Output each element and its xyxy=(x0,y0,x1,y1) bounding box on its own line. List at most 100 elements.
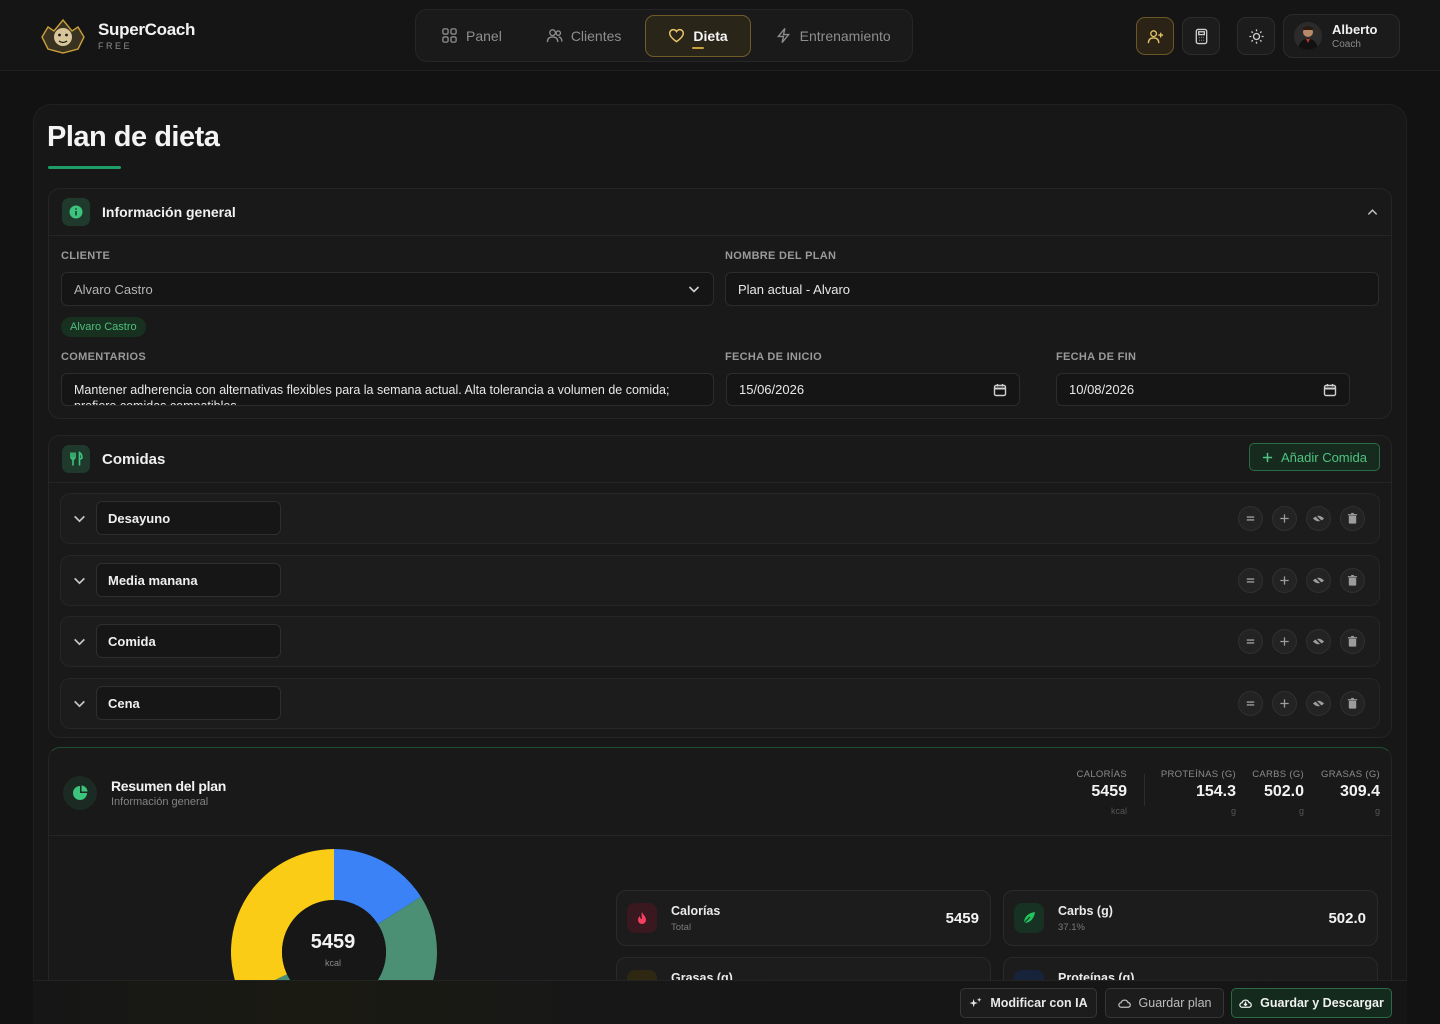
brand-name: SuperCoach xyxy=(98,19,196,39)
stat-separator xyxy=(1144,774,1145,806)
hide-meal-button[interactable] xyxy=(1306,629,1331,654)
chevron-down-icon[interactable] xyxy=(72,511,87,526)
modify-with-ai-label: Modificar con IA xyxy=(990,996,1088,1010)
save-plan-label: Guardar plan xyxy=(1138,996,1212,1010)
add-food-button[interactable] xyxy=(1272,691,1297,716)
trash-icon xyxy=(1347,574,1358,586)
bolt-icon xyxy=(776,27,790,44)
donut-center-unit: kcal xyxy=(324,958,341,968)
add-food-button[interactable] xyxy=(1272,506,1297,531)
plan-name-label: NOMBRE DEL PLAN xyxy=(725,250,837,262)
chevron-down-icon xyxy=(688,286,700,293)
delete-meal-button[interactable] xyxy=(1340,568,1365,593)
delete-meal-button[interactable] xyxy=(1340,629,1365,654)
selected-client-chip[interactable]: Alvaro Castro xyxy=(61,317,146,337)
delete-meal-button[interactable] xyxy=(1340,506,1365,531)
stat-label: CARBS (G) xyxy=(1252,769,1304,780)
macro-value: 502.0 xyxy=(1328,910,1366,927)
stat-protein: PROTEÍNAS (G) 154.3 g xyxy=(1161,769,1236,816)
chevron-up-icon[interactable] xyxy=(1366,206,1379,219)
lion-crest-icon xyxy=(41,18,85,54)
meal-row[interactable]: Desayuno xyxy=(60,493,1380,544)
tab-dieta[interactable]: Dieta xyxy=(645,14,751,57)
modify-with-ai-button[interactable]: Modificar con IA xyxy=(960,988,1097,1018)
meal-row[interactable]: Comida xyxy=(60,616,1380,667)
add-food-button[interactable] xyxy=(1272,629,1297,654)
add-user-icon xyxy=(1147,29,1163,43)
reorder-button[interactable] xyxy=(1238,506,1263,531)
reorder-button[interactable] xyxy=(1238,629,1263,654)
add-food-button[interactable] xyxy=(1272,568,1297,593)
tab-panel[interactable]: Panel xyxy=(421,15,522,57)
flame-icon xyxy=(627,903,657,933)
stat-unit: g xyxy=(1374,806,1380,816)
bottom-action-bar: Modificar con IA Guardar plan Guardar y … xyxy=(33,980,1407,1024)
start-date-label: FECHA DE INICIO xyxy=(725,351,822,363)
plus-icon xyxy=(1280,637,1289,646)
general-info-header[interactable]: Información general xyxy=(49,189,1391,236)
add-meal-button[interactable]: Añadir Comida xyxy=(1249,443,1380,471)
meal-actions xyxy=(1238,629,1365,654)
plan-name-input[interactable]: Plan actual - Alvaro xyxy=(725,272,1379,306)
end-date-input[interactable]: 10/08/2026 xyxy=(1056,373,1350,406)
end-date-label: FECHA DE FIN xyxy=(1056,351,1137,363)
chevron-down-icon[interactable] xyxy=(72,696,87,711)
meal-name-input[interactable]: Comida xyxy=(96,624,281,658)
avatar xyxy=(1294,22,1322,50)
meal-actions xyxy=(1238,568,1365,593)
hide-meal-button[interactable] xyxy=(1306,506,1331,531)
save-and-download-label: Guardar y Descargar xyxy=(1260,996,1384,1010)
hide-meal-button[interactable] xyxy=(1306,568,1331,593)
hide-meal-button[interactable] xyxy=(1306,691,1331,716)
stat-unit: g xyxy=(1298,806,1304,816)
meal-actions xyxy=(1238,691,1365,716)
meal-row[interactable]: Media manana xyxy=(60,555,1380,606)
user-role: Coach xyxy=(1332,39,1361,50)
drag-handle-icon xyxy=(1246,516,1255,521)
stat-fats: GRASAS (G) 309.4 g xyxy=(1321,769,1380,816)
drag-handle-icon xyxy=(1246,701,1255,706)
reorder-button[interactable] xyxy=(1238,568,1263,593)
eye-off-icon xyxy=(1312,636,1325,647)
add-meal-label: Añadir Comida xyxy=(1281,449,1367,465)
drag-handle-icon xyxy=(1246,639,1255,644)
stat-unit: kcal xyxy=(1110,806,1127,816)
add-client-button[interactable] xyxy=(1136,17,1174,55)
eye-off-icon xyxy=(1312,698,1325,709)
calendar-icon[interactable] xyxy=(993,383,1007,397)
save-plan-button[interactable]: Guardar plan xyxy=(1105,988,1224,1018)
chevron-down-icon[interactable] xyxy=(72,634,87,649)
leaf-icon xyxy=(1014,903,1044,933)
calculator-icon xyxy=(1195,28,1207,44)
meals-title: Comidas xyxy=(102,450,166,468)
trash-icon xyxy=(1347,512,1358,524)
start-date-input[interactable]: 15/06/2026 xyxy=(726,373,1020,406)
summary-subtitle: Información general xyxy=(111,796,209,808)
meal-row[interactable]: Cena xyxy=(60,678,1380,729)
calculator-button[interactable] xyxy=(1182,17,1220,55)
reorder-button[interactable] xyxy=(1238,691,1263,716)
chevron-down-icon[interactable] xyxy=(72,573,87,588)
tab-clientes[interactable]: Clientes xyxy=(526,15,642,57)
user-menu[interactable]: Alberto Coach xyxy=(1283,14,1400,58)
brand-tier: FREE xyxy=(98,40,133,51)
tab-clientes-label: Clientes xyxy=(570,27,622,44)
meal-name-input[interactable]: Media manana xyxy=(96,563,281,597)
theme-toggle-button[interactable] xyxy=(1237,17,1275,55)
start-date-value: 15/06/2026 xyxy=(739,382,805,397)
meal-name-input[interactable]: Cena xyxy=(96,686,281,720)
comments-value: Mantener adherencia con alternativas fle… xyxy=(74,383,670,406)
tab-entrenamiento[interactable]: Entrenamiento xyxy=(755,15,911,57)
comments-textarea[interactable]: Mantener adherencia con alternativas fle… xyxy=(61,373,714,406)
stat-calories: CALORÍAS 5459 kcal xyxy=(1077,769,1127,816)
meal-name-input[interactable]: Desayuno xyxy=(96,501,281,535)
stat-value: 309.4 xyxy=(1339,783,1380,800)
end-date-value: 10/08/2026 xyxy=(1069,382,1135,397)
plus-icon xyxy=(1280,514,1289,523)
user-name: Alberto xyxy=(1332,22,1378,37)
client-select[interactable]: Alvaro Castro xyxy=(61,272,714,306)
save-and-download-button[interactable]: Guardar y Descargar xyxy=(1231,988,1392,1018)
delete-meal-button[interactable] xyxy=(1340,691,1365,716)
calendar-icon[interactable] xyxy=(1323,383,1337,397)
brand-logo[interactable]: SuperCoach FREE xyxy=(38,15,195,55)
